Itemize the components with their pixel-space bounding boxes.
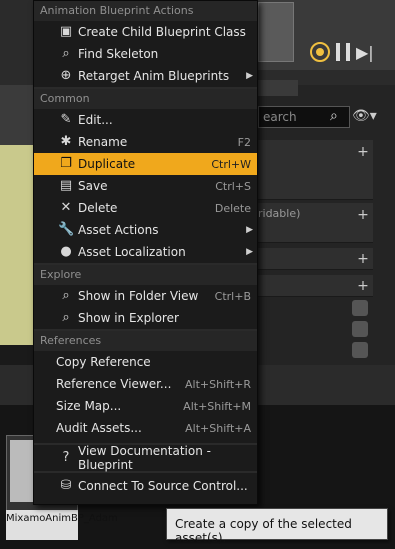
details-category: +	[258, 140, 373, 200]
magnify-icon: ⌕	[62, 310, 70, 325]
menu-item-label: Copy Reference	[56, 355, 151, 369]
add-icon[interactable]: +	[353, 142, 373, 162]
show-in-folder-view-item[interactable]: ⌕ Show in Folder View Ctrl+B	[34, 285, 257, 307]
menu-item-label: Rename	[78, 135, 128, 149]
details-category: +	[258, 275, 373, 297]
connect-source-control-item[interactable]: ⛁ Connect To Source Control...	[34, 473, 257, 499]
reference-viewer-item[interactable]: Reference Viewer... Alt+Shift+R	[34, 373, 257, 395]
add-icon[interactable]: +	[353, 276, 373, 296]
delete-item[interactable]: ✕ Delete Delete	[34, 197, 257, 219]
menu-item-label: Retarget Anim Blueprints	[78, 69, 230, 83]
blueprint-icon: ▣	[59, 24, 73, 39]
source-control-icon: ⛁	[60, 478, 72, 493]
menu-item-label: Connect To Source Control...	[78, 479, 248, 493]
playback-controls: ▶|	[300, 38, 395, 66]
reset-icon[interactable]	[352, 321, 368, 337]
menu-item-label: Save	[78, 179, 108, 193]
delete-icon: ✕	[60, 200, 72, 215]
details-category: +	[258, 248, 373, 270]
globe-icon: ●	[60, 244, 72, 259]
magnify-icon: ⌕	[62, 288, 70, 303]
add-icon[interactable]: +	[353, 205, 373, 225]
shortcut-label: F2	[237, 135, 251, 149]
section-common-header: Common	[34, 89, 257, 109]
audit-assets-item[interactable]: Audit Assets... Alt+Shift+A	[34, 417, 257, 439]
menu-item-label: Asset Actions	[78, 223, 159, 237]
eye-icon[interactable]: 👁▾	[352, 108, 377, 124]
reset-icon[interactable]	[352, 342, 368, 358]
size-map-item[interactable]: Size Map... Alt+Shift+M	[34, 395, 257, 417]
shortcut-label: Alt+Shift+A	[185, 421, 251, 435]
shortcut-label: Delete	[214, 201, 251, 215]
menu-item-label: Reference Viewer...	[56, 377, 172, 391]
reset-icon[interactable]	[352, 300, 368, 316]
rename-icon: ✱	[60, 134, 72, 149]
submenu-arrow-icon: ▶	[246, 71, 253, 81]
shortcut-label: Alt+Shift+R	[185, 377, 251, 391]
menu-item-label: Delete	[78, 201, 118, 215]
copy-reference-item[interactable]: Copy Reference	[34, 351, 257, 373]
menu-item-label: Create Child Blueprint Class	[78, 25, 246, 39]
details-tab[interactable]	[258, 80, 298, 96]
menu-item-label: Edit...	[78, 113, 113, 127]
section-animation-header: Animation Blueprint Actions	[34, 1, 257, 21]
save-icon: ▤	[59, 178, 73, 193]
menu-item-label: Show in Explorer	[78, 311, 179, 325]
menu-item-label: Asset Localization	[78, 245, 186, 259]
submenu-arrow-icon: ▶	[246, 247, 253, 257]
asset-name-label: MixamoAnimBP_Adam	[6, 510, 118, 540]
record-button[interactable]	[310, 42, 330, 62]
record-icon	[316, 48, 324, 56]
menu-item-label: View Documentation - Blueprint	[78, 444, 211, 472]
pencil-icon: ✎	[60, 112, 72, 127]
edit-item[interactable]: ✎ Edit...	[34, 109, 257, 131]
add-icon[interactable]: +	[353, 249, 373, 269]
search-icon[interactable]: ⌕	[330, 108, 346, 124]
duplicate-tooltip: Create a copy of the selected asset(s).	[166, 508, 388, 545]
section-explore-header: Explore	[34, 265, 257, 285]
asset-actions-item[interactable]: 🔧 Asset Actions ▶	[34, 219, 257, 241]
viewport-thumbnail	[258, 2, 294, 62]
duplicate-item[interactable]: ❐ Duplicate Ctrl+W	[34, 153, 257, 175]
overridable-label: ridable)	[258, 207, 301, 220]
wrench-icon: 🔧	[58, 222, 75, 237]
rename-item[interactable]: ✱ Rename F2	[34, 131, 257, 153]
menu-item-label: Audit Assets...	[56, 421, 142, 435]
shortcut-label: Ctrl+W	[211, 157, 251, 171]
duplicate-icon: ❐	[60, 156, 72, 171]
shortcut-label: Ctrl+B	[214, 289, 251, 303]
find-skeleton-item[interactable]: ⌕ Find Skeleton	[34, 43, 257, 65]
view-documentation-item[interactable]: ? View Documentation - Blueprint	[34, 444, 257, 472]
save-item[interactable]: ▤ Save Ctrl+S	[34, 175, 257, 197]
menu-item-label: Size Map...	[56, 399, 122, 413]
menu-item-label: Duplicate	[78, 157, 136, 171]
context-menu: Animation Blueprint Actions ▣ Create Chi…	[33, 0, 258, 505]
asset-localization-item[interactable]: ● Asset Localization ▶	[34, 241, 257, 263]
crosshair-icon: ⊕	[60, 68, 72, 83]
retarget-anim-blueprints-item[interactable]: ⊕ Retarget Anim Blueprints ▶	[34, 65, 257, 87]
pause-button[interactable]	[336, 43, 350, 61]
shortcut-label: Alt+Shift+M	[183, 399, 251, 413]
menu-item-label: Show in Folder View	[78, 289, 199, 303]
shortcut-label: Ctrl+S	[215, 179, 251, 193]
help-icon: ?	[62, 450, 70, 465]
step-forward-button[interactable]: ▶|	[356, 43, 374, 62]
show-in-explorer-item[interactable]: ⌕ Show in Explorer	[34, 307, 257, 329]
section-references-header: References	[34, 331, 257, 351]
magnify-icon: ⌕	[62, 46, 70, 61]
menu-item-label: Find Skeleton	[78, 47, 159, 61]
create-child-blueprint-item[interactable]: ▣ Create Child Blueprint Class	[34, 21, 257, 43]
submenu-arrow-icon: ▶	[246, 225, 253, 235]
